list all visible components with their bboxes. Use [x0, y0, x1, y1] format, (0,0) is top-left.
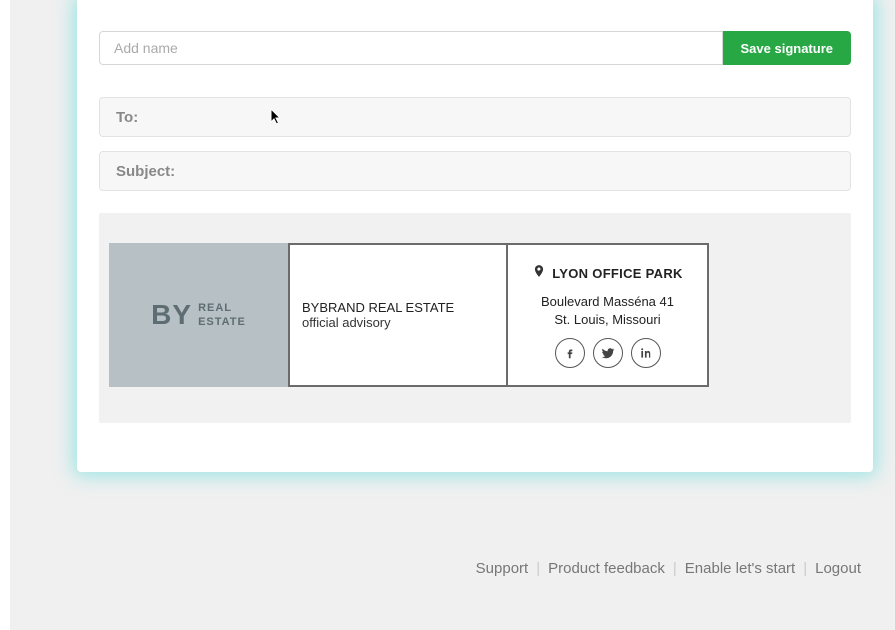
main-panel: Save signature To: Subject: BY REAL ESTA…	[77, 0, 873, 472]
info-cell: BYBRAND REAL ESTATE official advisory	[288, 243, 507, 387]
signature-name-input[interactable]	[99, 31, 723, 65]
sep: |	[803, 560, 807, 577]
address-line-2: St. Louis, Missouri	[554, 311, 660, 329]
company-name: BYBRAND REAL ESTATE	[302, 300, 494, 315]
facebook-icon[interactable]	[555, 338, 585, 368]
twitter-icon[interactable]	[593, 338, 623, 368]
save-signature-button[interactable]: Save signature	[723, 31, 852, 65]
address-line-1: Boulevard Masséna 41	[541, 293, 674, 311]
logo-cell: BY REAL ESTATE	[109, 243, 288, 387]
logo-stack: REAL ESTATE	[198, 301, 246, 330]
to-label: To:	[116, 109, 138, 126]
company-tagline: official advisory	[302, 315, 494, 330]
signature-preview: BY REAL ESTATE BYBRAND REAL ESTATE offic…	[99, 213, 851, 423]
logout-link[interactable]: Logout	[815, 560, 861, 577]
logo-line1: REAL	[198, 301, 246, 315]
office-name: LYON OFFICE PARK	[552, 266, 682, 281]
enable-lets-start-link[interactable]: Enable let's start	[685, 560, 795, 577]
signature-table: BY REAL ESTATE BYBRAND REAL ESTATE offic…	[109, 243, 709, 387]
social-row	[555, 338, 661, 368]
top-row: Save signature	[99, 31, 851, 65]
logo-line2: ESTATE	[198, 315, 246, 329]
office-row: LYON OFFICE PARK	[532, 262, 682, 285]
logo-prefix: BY	[151, 299, 192, 331]
subject-field[interactable]: Subject:	[99, 151, 851, 191]
left-nav-fragment: s es	[0, 0, 10, 630]
support-link[interactable]: Support	[476, 560, 529, 577]
subject-label: Subject:	[116, 163, 175, 180]
product-feedback-link[interactable]: Product feedback	[548, 560, 665, 577]
linkedin-icon[interactable]	[631, 338, 661, 368]
to-field[interactable]: To:	[99, 97, 851, 137]
map-pin-icon	[532, 262, 546, 285]
sep: |	[673, 560, 677, 577]
address-cell: LYON OFFICE PARK Boulevard Masséna 41 St…	[507, 243, 709, 387]
footer-links: Support | Product feedback | Enable let'…	[476, 560, 861, 577]
sep: |	[536, 560, 540, 577]
